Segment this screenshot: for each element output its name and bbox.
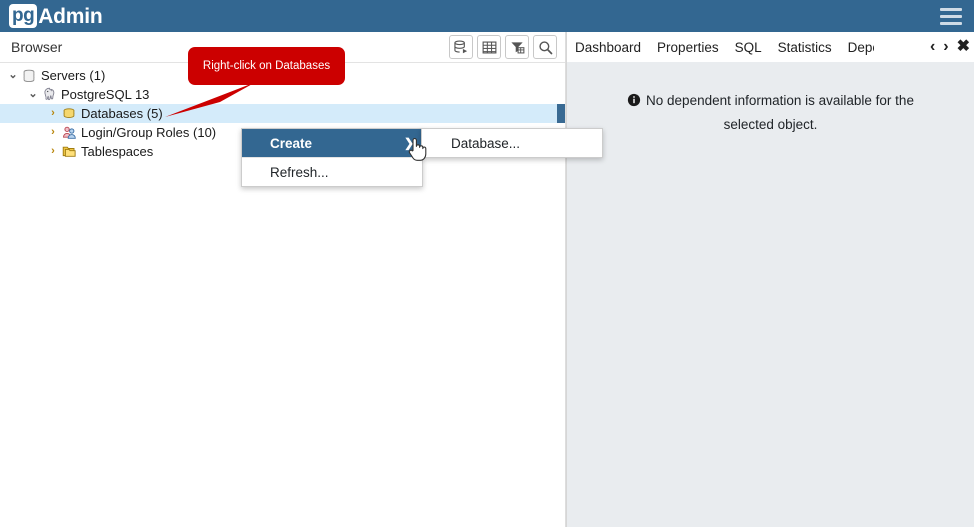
hamburger-bar: [940, 14, 962, 18]
context-menu-label: Database...: [451, 135, 521, 151]
callout-tooltip: Right-click on Databases: [188, 47, 345, 85]
query-tool-icon[interactable]: [449, 35, 473, 59]
view-data-grid-icon[interactable]: [477, 35, 501, 59]
logo-admin-text: Admin: [38, 4, 103, 28]
callout-text: Right-click on Databases: [202, 60, 331, 72]
browser-toolbar: [449, 35, 557, 59]
context-submenu[interactable]: Database...: [421, 128, 603, 158]
context-submenu-item-database[interactable]: Database...: [422, 129, 602, 157]
tree-label: Databases (5): [81, 106, 163, 121]
chevron-down-icon[interactable]: ⌄: [26, 89, 40, 100]
chevron-right-icon[interactable]: ›: [46, 127, 60, 138]
app-header: pg Admin: [0, 0, 974, 32]
close-icon[interactable]: ✖: [955, 38, 972, 55]
tab-bar: Dashboard Properties SQL Statistics Depe…: [567, 32, 974, 63]
hamburger-menu-icon[interactable]: [940, 7, 962, 25]
tree-label: Servers (1): [41, 68, 106, 83]
tab-dependencies[interactable]: Dependencies: [840, 33, 874, 62]
chevron-right-icon[interactable]: ›: [46, 146, 60, 157]
context-menu-item-create[interactable]: Create ❯: [242, 129, 422, 157]
chevron-right-icon: ❯: [403, 136, 414, 150]
chevron-right-icon[interactable]: ›: [46, 108, 60, 119]
tab-properties[interactable]: Properties: [649, 33, 727, 62]
context-menu-label: Create: [270, 135, 313, 151]
selection-marker: [557, 104, 565, 123]
object-detail-panel: Dashboard Properties SQL Statistics Depe…: [567, 32, 974, 527]
pgadmin-logo: pg Admin: [9, 4, 103, 28]
filter-icon[interactable]: [505, 35, 529, 59]
tab-next-icon[interactable]: ›: [941, 38, 950, 55]
database-icon: [60, 106, 78, 122]
browser-panel: Browser ⌄ Servers (1) ⌄ PostgreSQL 13 › …: [0, 32, 566, 527]
chevron-down-icon[interactable]: ⌄: [6, 70, 20, 81]
context-menu-label: Refresh...: [270, 164, 329, 180]
context-menu[interactable]: Create ❯ Refresh...: [241, 128, 423, 187]
tree-label: Login/Group Roles (10): [81, 125, 217, 140]
hamburger-bar: [940, 7, 962, 11]
hamburger-bar: [940, 21, 962, 25]
server-group-icon: [20, 68, 38, 84]
tab-sql[interactable]: SQL: [727, 33, 770, 62]
browser-title: Browser: [11, 39, 63, 55]
logo-pg-mark: pg: [9, 4, 38, 28]
tab-dashboard[interactable]: Dashboard: [567, 33, 649, 62]
empty-state-message: No dependent information is available fo…: [567, 90, 974, 136]
tablespaces-folder-icon: [60, 144, 78, 160]
tab-prev-icon[interactable]: ‹: [928, 38, 937, 55]
tab-statistics[interactable]: Statistics: [770, 33, 840, 62]
roles-icon: [60, 125, 78, 141]
tab-navigation: ‹ › ✖: [923, 32, 972, 61]
tree-label: PostgreSQL 13: [61, 87, 150, 102]
tree-item-databases[interactable]: › Databases (5): [0, 104, 565, 123]
info-circle-icon: [627, 92, 641, 114]
context-menu-item-refresh[interactable]: Refresh...: [242, 158, 422, 186]
search-icon[interactable]: [533, 35, 557, 59]
empty-message-line-1: No dependent information is available fo…: [646, 93, 914, 108]
tree-item-postgresql-13[interactable]: ⌄ PostgreSQL 13: [0, 85, 565, 104]
postgresql-elephant-icon: [40, 87, 58, 103]
tree-label: Tablespaces: [81, 144, 154, 159]
empty-message-line-2: selected object.: [723, 117, 818, 132]
dependents-content: No dependent information is available fo…: [567, 62, 974, 527]
